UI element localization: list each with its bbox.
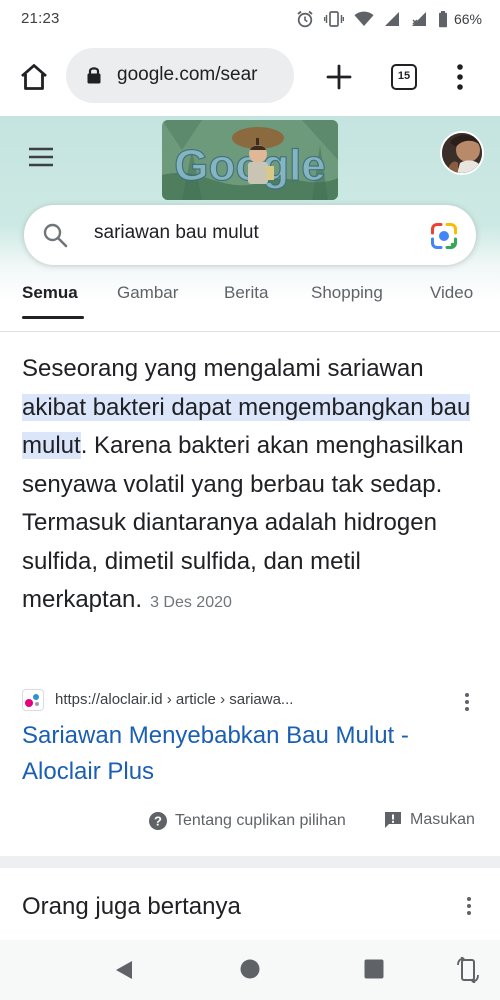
tab-switcher-button[interactable]: 15 xyxy=(391,64,417,90)
feedback-icon xyxy=(385,812,401,828)
battery-icon xyxy=(438,10,447,27)
alarm-icon xyxy=(297,10,313,28)
back-icon[interactable] xyxy=(113,959,135,981)
home-nav-icon[interactable] xyxy=(240,959,260,979)
feedback-link[interactable]: Masukan xyxy=(384,811,475,829)
browser-toolbar: google.com/sear 15 xyxy=(0,38,500,116)
signal-icon xyxy=(384,12,399,26)
overflow-menu-icon[interactable] xyxy=(452,62,468,92)
status-icons: 66% xyxy=(296,9,482,29)
help-icon: ? xyxy=(149,812,167,830)
rotate-screen-icon[interactable] xyxy=(456,957,480,983)
new-tab-icon[interactable] xyxy=(325,63,353,91)
lock-icon xyxy=(87,67,101,84)
people-also-ask-more-icon[interactable] xyxy=(466,896,472,916)
people-also-ask-title: Orang juga bertanya xyxy=(22,893,241,920)
address-bar[interactable]: google.com/sear xyxy=(66,48,294,103)
search-input[interactable]: sariawan bau mulut xyxy=(94,222,259,244)
avatar[interactable] xyxy=(440,131,484,175)
section-divider xyxy=(0,856,500,868)
site-favicon-icon xyxy=(22,689,44,711)
about-featured-snippets-link[interactable]: ? Tentang cuplikan pilihan xyxy=(148,811,346,831)
google-doodle[interactable]: Google xyxy=(162,120,338,200)
search-tabs: Semua Gambar Berita Shopping Video xyxy=(0,283,500,323)
feedback-label[interactable]: Masukan xyxy=(410,811,475,829)
recents-icon[interactable] xyxy=(364,959,384,979)
vibrate-icon xyxy=(323,11,344,27)
tab-gambar[interactable]: Gambar xyxy=(117,283,178,303)
signal-no-data-icon xyxy=(411,12,426,26)
status-time: 21:23 xyxy=(21,10,60,27)
battery-percent: 66% xyxy=(453,11,482,27)
snippet-text-after: . Karena bakteri akan menghasilkan senya… xyxy=(22,432,464,613)
tab-semua[interactable]: Semua xyxy=(22,283,78,303)
snippet-footer: ? Tentang cuplikan pilihan Masukan xyxy=(0,811,500,837)
hamburger-menu-icon[interactable] xyxy=(28,147,54,167)
search-icon[interactable] xyxy=(42,222,68,248)
about-link-label[interactable]: Tentang cuplikan pilihan xyxy=(175,812,346,830)
tab-shopping[interactable]: Shopping xyxy=(311,283,383,303)
featured-snippet-text: Seseorang yang mengalami sariawan akibat… xyxy=(22,350,484,623)
google-lens-icon[interactable] xyxy=(430,222,458,250)
search-bar[interactable]: sariawan bau mulut xyxy=(24,205,476,265)
result-title-link[interactable]: Sariawan Menyebabkan Bau Mulut - Aloclai… xyxy=(22,718,480,790)
home-icon[interactable] xyxy=(19,63,49,91)
tab-divider xyxy=(0,331,500,332)
svg-text:?: ? xyxy=(154,814,162,829)
url-text[interactable]: google.com/sear xyxy=(117,64,257,86)
active-tab-indicator xyxy=(22,316,84,319)
wifi-icon xyxy=(354,11,374,26)
result-more-icon[interactable] xyxy=(464,692,470,712)
result-url[interactable]: https://aloclair.id › article › sariawa.… xyxy=(55,691,293,708)
snippet-date: 3 Des 2020 xyxy=(150,594,232,611)
result-source[interactable]: https://aloclair.id › article › sariawa.… xyxy=(22,689,482,713)
tab-video[interactable]: Video xyxy=(430,283,473,303)
tab-berita[interactable]: Berita xyxy=(224,283,268,303)
system-navigation-bar xyxy=(0,940,500,1000)
snippet-text-before: Seseorang yang mengalami sariawan xyxy=(22,355,424,382)
status-bar: 21:23 66% xyxy=(0,0,500,38)
